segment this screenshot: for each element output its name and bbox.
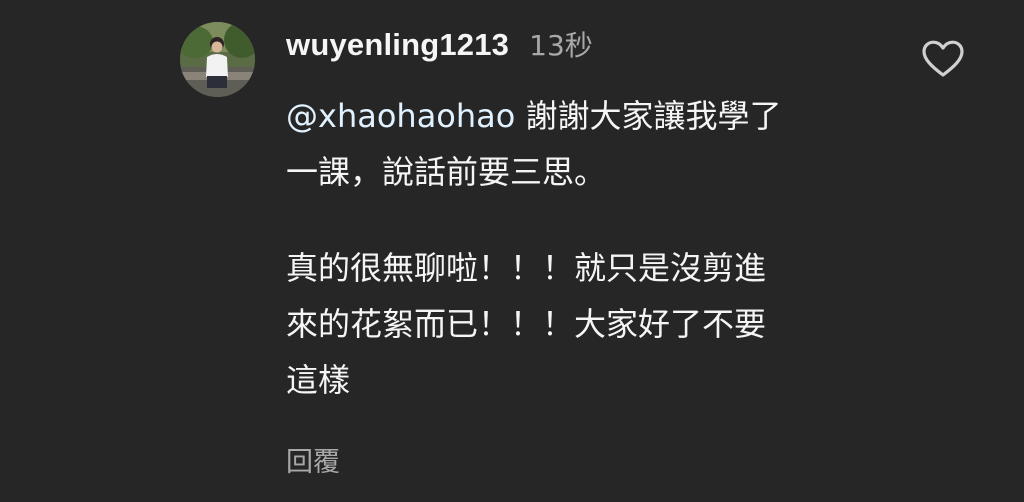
comment-header: wuyenling1213 13秒 bbox=[286, 24, 593, 64]
like-button[interactable] bbox=[918, 34, 968, 84]
mention-link[interactable]: @xhaohaohao bbox=[286, 97, 515, 135]
comment-paragraph-2: 真的很無聊啦！！！就只是沒剪進 來的花絮而已！！！大家好了不要 這樣 bbox=[286, 249, 767, 399]
comment-paragraph-1: @xhaohaohao 謝謝大家讓我學了 一課，說話前要三思。 bbox=[286, 88, 886, 200]
comment-body: @xhaohaohao 謝謝大家讓我學了 一課，說話前要三思。 真的很無聊啦！！… bbox=[286, 88, 886, 408]
avatar[interactable] bbox=[180, 22, 255, 97]
comment-item: wuyenling1213 13秒 @xhaohaohao 謝謝大家讓我學了 一… bbox=[0, 0, 1024, 502]
reply-button[interactable]: 回覆 bbox=[286, 440, 340, 479]
avatar-photo bbox=[180, 22, 255, 97]
timestamp: 13秒 bbox=[529, 29, 593, 62]
heart-icon bbox=[922, 40, 964, 77]
username[interactable]: wuyenling1213 bbox=[286, 27, 509, 63]
